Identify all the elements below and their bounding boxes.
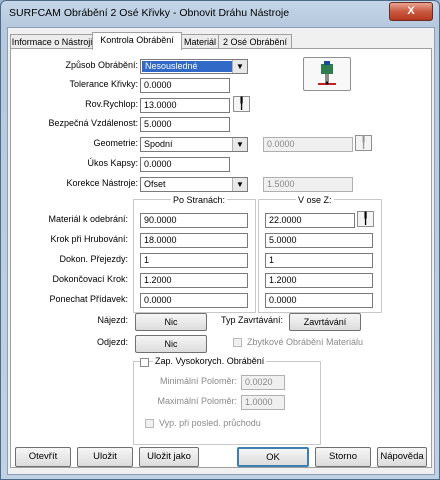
tool-comp-select[interactable]: Ofset ▼	[140, 177, 248, 192]
z-finish-step-input[interactable]: 1.2000	[265, 273, 373, 288]
cut-row-label: Dokon. Přejezdy:	[59, 254, 128, 264]
z-cuts-header: V ose Z:	[296, 195, 334, 205]
mode-label: Způsob Obrábění:	[65, 60, 138, 70]
z-stock-input[interactable]: 0.0000	[265, 293, 373, 308]
last-pass-checkbox	[145, 419, 154, 428]
cancel-button[interactable]: Storno	[315, 447, 371, 467]
pick-icon: ╿	[360, 137, 367, 149]
chevron-down-icon: ▼	[232, 178, 247, 191]
cut-control-panel: Způsob Obrábění: Nesousledné ▼ Tolerance…	[10, 48, 432, 468]
side-finish-step-input[interactable]: 1.2000	[140, 273, 248, 288]
save-button[interactable]: Uložit	[77, 447, 133, 467]
max-radius-input: 1.0000	[241, 395, 285, 410]
z-material-input[interactable]: 22.0000	[265, 213, 355, 228]
tab-tool-info[interactable]: Informace o Nástroji	[10, 34, 94, 49]
safe-distance-input[interactable]: 5.0000	[140, 117, 230, 132]
high-speed-label: Zap. Vysokorych. Obrábění	[153, 356, 267, 366]
tab-material[interactable]: Materiál	[180, 34, 220, 49]
high-speed-checkbox[interactable]	[140, 358, 149, 367]
chevron-down-icon: ▼	[232, 60, 247, 73]
side-stock-input[interactable]: 0.0000	[140, 293, 248, 308]
pocket-angle-input[interactable]: 0.0000	[140, 157, 230, 172]
cut-row-label: Ponechat Přídavek:	[49, 294, 128, 304]
rest-material-checkbox	[233, 338, 242, 347]
geometry-select[interactable]: Spodní ▼	[140, 137, 248, 152]
min-radius-input: 0.0020	[241, 375, 285, 390]
mode-value: Nesousledné	[142, 61, 232, 72]
tool-preview-icon	[318, 61, 336, 85]
geometry-extra-input: 0.0000	[263, 137, 353, 152]
entry-button[interactable]: Nic	[135, 313, 207, 331]
window-title: SURFCAM Obrábění 2 Osé Křivky - Obnovit …	[9, 7, 290, 19]
chevron-down-icon: ▼	[232, 138, 247, 151]
min-radius-label: Minimální Poloměr:	[159, 376, 237, 386]
side-roughing-step-input[interactable]: 18.0000	[140, 233, 248, 248]
plunge-type-label: Typ Zavrtávání:	[221, 315, 284, 325]
close-button[interactable]: X	[389, 2, 433, 21]
rapid-plane-input[interactable]: 13.0000	[140, 98, 230, 113]
side-finish-passes-input[interactable]: 1	[140, 253, 248, 268]
side-cuts-header: Po Stranách:	[171, 195, 228, 205]
save-as-button[interactable]: Uložit jako	[139, 447, 199, 467]
rapid-plane-pick-button[interactable]: ╿	[233, 96, 250, 112]
z-material-pick-button[interactable]: ╿	[357, 211, 374, 227]
rest-material-label: Zbytkové Obrábění Materiálu	[247, 337, 364, 347]
cut-row-label: Dokončovací Krok:	[52, 274, 128, 284]
pick-icon: ╿	[362, 213, 369, 225]
tool-comp-label: Korekce Nástroje:	[66, 178, 138, 188]
help-button[interactable]: Nápověda	[377, 447, 427, 467]
exit-label: Odjezd:	[96, 337, 128, 347]
cut-row-label: Materiál k odebrání:	[48, 214, 128, 224]
geometry-pick-button: ╿	[355, 135, 372, 151]
tab-cut-control[interactable]: Kontrola Obrábění	[92, 32, 182, 50]
open-button[interactable]: Otevřít	[15, 447, 71, 467]
tolerance-input[interactable]: 0.0000	[140, 78, 230, 93]
last-pass-label: Vyp. při posled. průchodu	[159, 418, 261, 428]
side-material-input[interactable]: 90.0000	[140, 213, 248, 228]
title-bar[interactable]: SURFCAM Obrábění 2 Osé Křivky - Obnovit …	[1, 1, 439, 25]
safe-distance-label: Bezpečná Vzdálenost:	[48, 118, 138, 128]
z-finish-passes-input[interactable]: 1	[265, 253, 373, 268]
tab-2-axis-cutting[interactable]: 2 Osé Obrábění	[218, 34, 292, 49]
dialog-client: Informace o Nástroji Kontrola Obrábění M…	[7, 27, 435, 475]
cut-row-label: Krok při Hrubování:	[50, 234, 128, 244]
ok-button[interactable]: OK	[237, 447, 309, 467]
tool-comp-value: Ofset	[144, 179, 166, 189]
rapid-plane-label: Rov.Rychlop:	[85, 99, 138, 109]
exit-button[interactable]: Nic	[135, 335, 207, 353]
dialog-window: SURFCAM Obrábění 2 Osé Křivky - Obnovit …	[0, 0, 440, 480]
entry-label: Nájezd:	[97, 315, 128, 325]
pick-icon: ╿	[238, 98, 245, 110]
geometry-value: Spodní	[144, 139, 173, 149]
footer-buttons: Otevřít Uložit Uložit jako OK Storno Náp…	[11, 447, 431, 467]
pocket-angle-label: Úkos Kapsy:	[87, 158, 138, 168]
tool-comp-extra-input: 1.5000	[263, 177, 353, 192]
plunge-type-button[interactable]: Zavrtávání	[289, 313, 361, 331]
mode-select[interactable]: Nesousledné ▼	[140, 59, 248, 74]
geometry-label: Geometrie:	[93, 138, 138, 148]
tolerance-label: Tolerance Křivky:	[69, 79, 138, 89]
max-radius-label: Maximální Poloměr:	[157, 396, 237, 406]
tool-preview-button[interactable]	[303, 57, 351, 91]
z-roughing-step-input[interactable]: 5.0000	[265, 233, 373, 248]
